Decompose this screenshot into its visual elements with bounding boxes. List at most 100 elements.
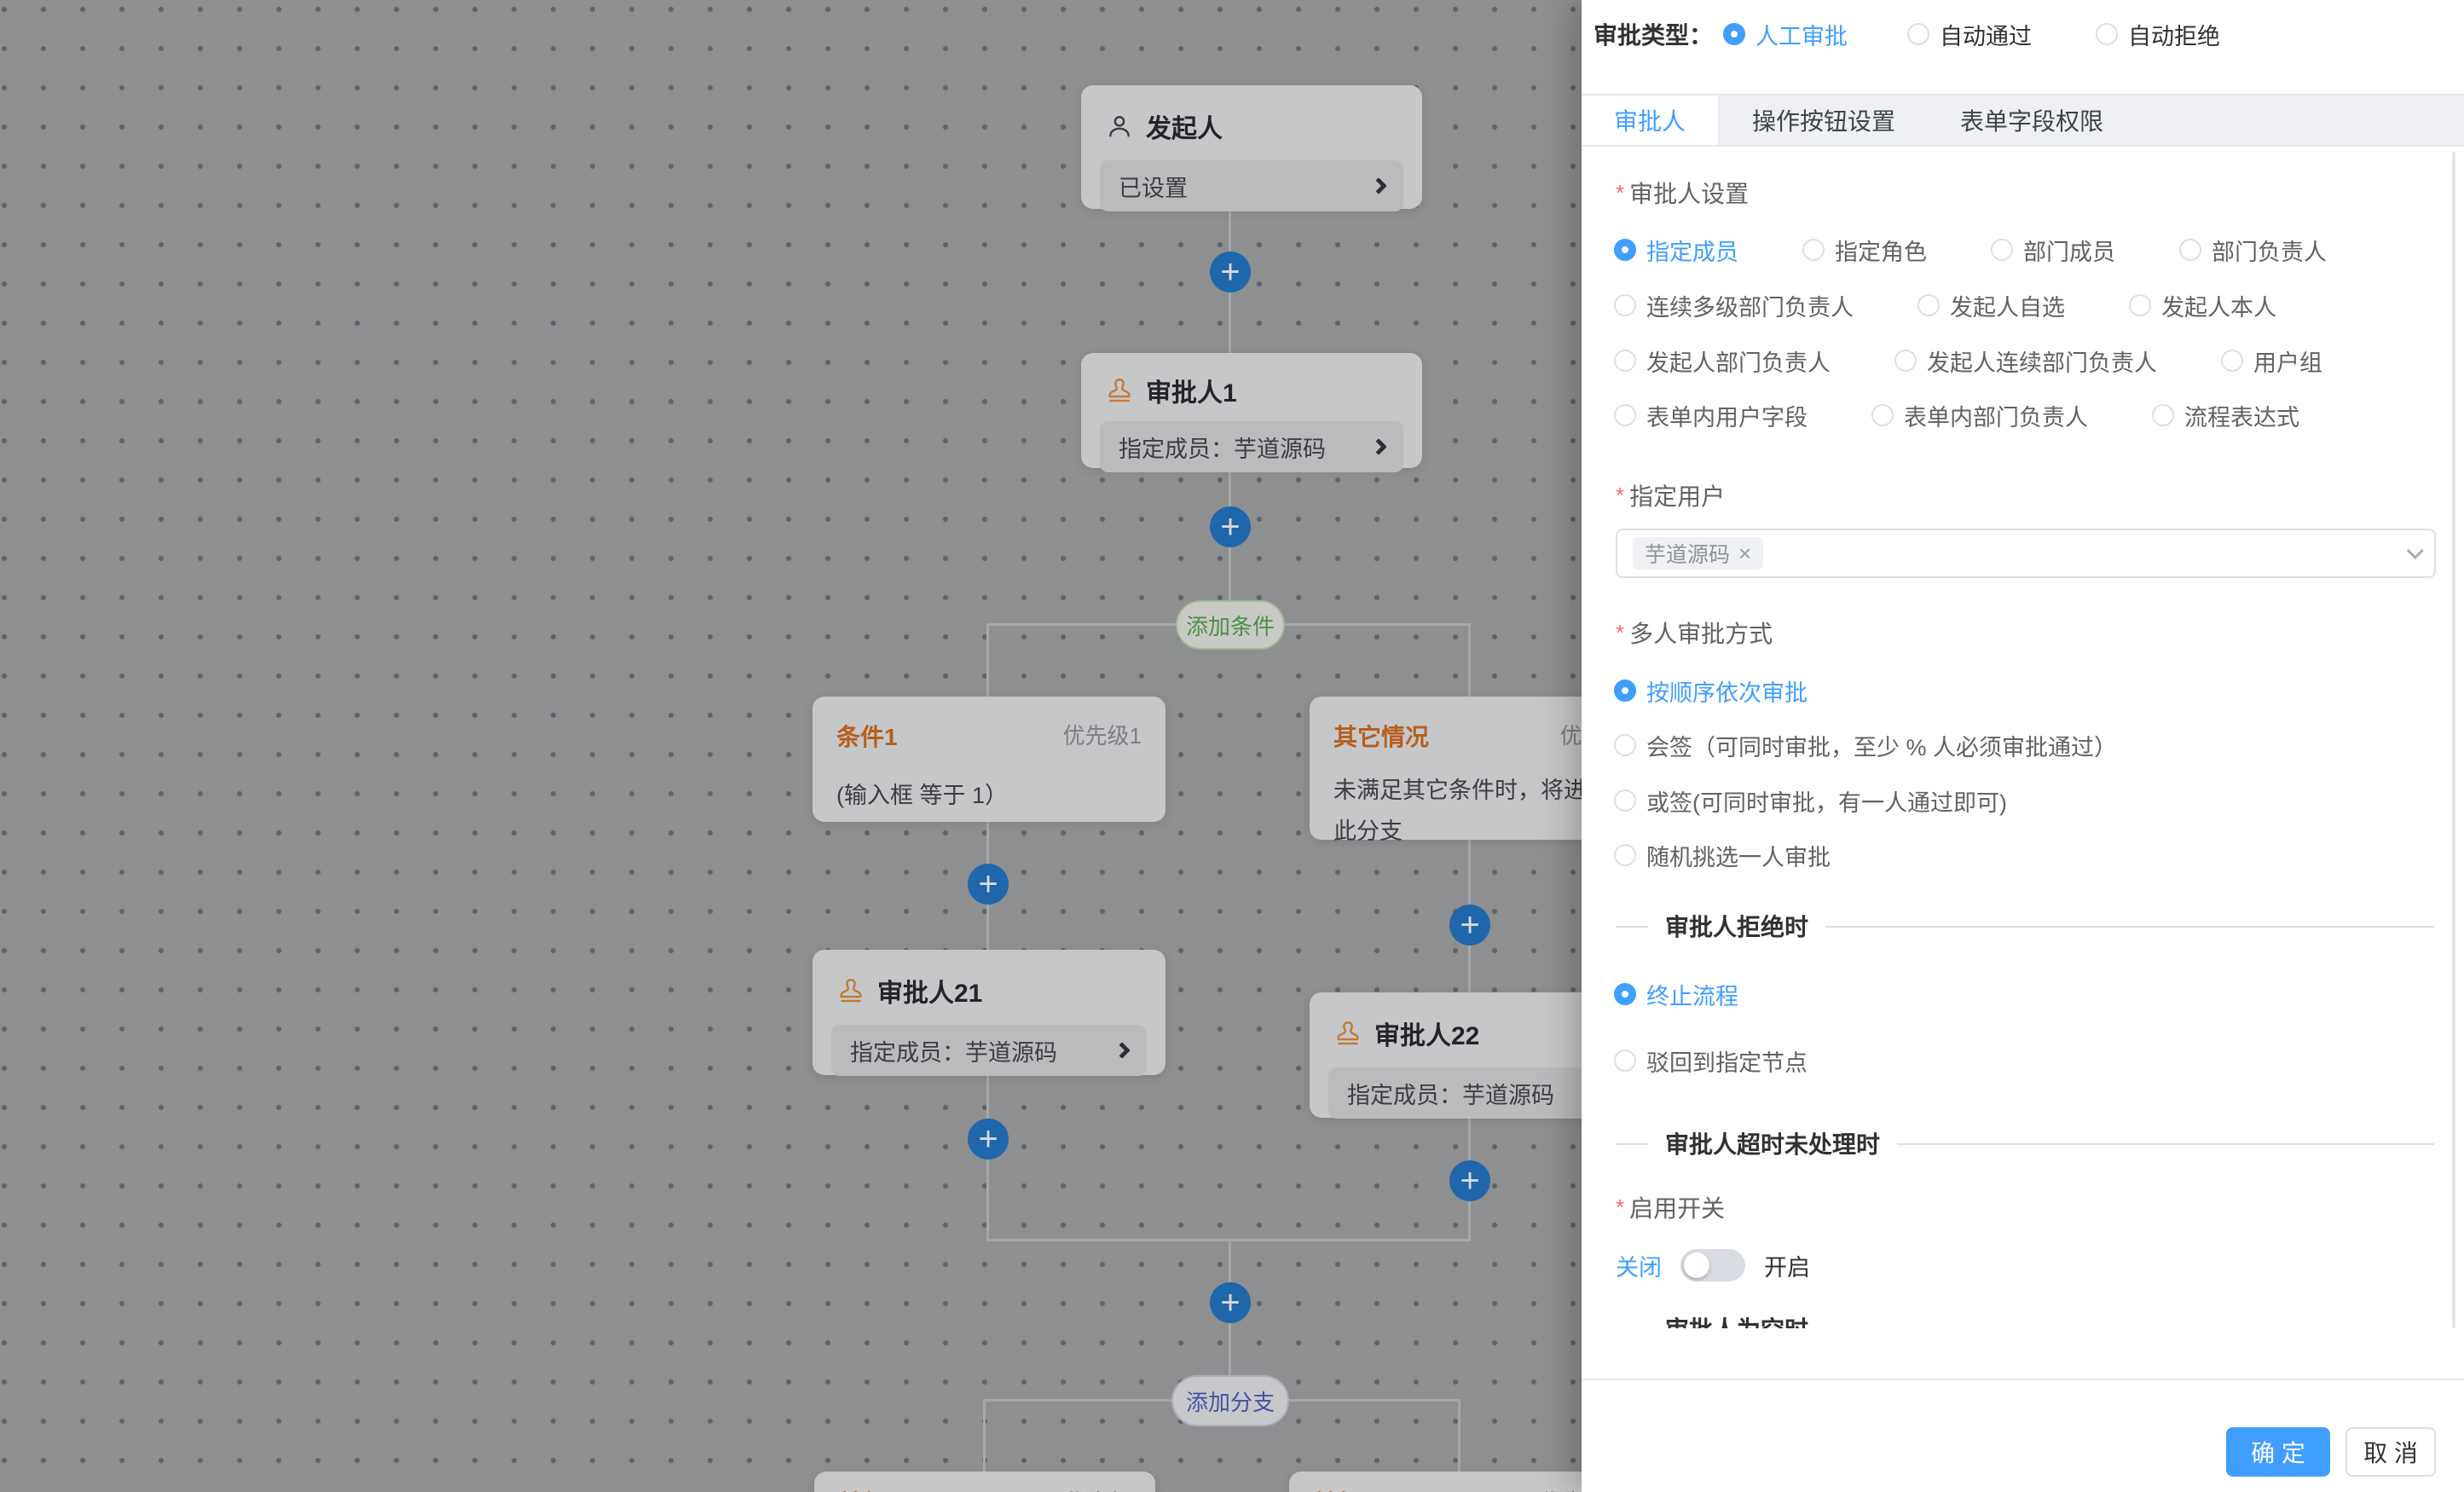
- approver-setting-row2: 连续多级部门负责人 发起人自选 发起人本人: [1614, 288, 2276, 322]
- user-tag[interactable]: 芋道源码 ×: [1633, 537, 1763, 570]
- radio-label: 自动通过: [1940, 18, 2032, 51]
- add-condition-button[interactable]: 添加条件: [1176, 600, 1285, 650]
- radio-auto-reject[interactable]: 自动拒绝: [2096, 18, 2220, 51]
- add-node-button[interactable]: +: [1210, 506, 1251, 547]
- tag-close-icon[interactable]: ×: [1738, 542, 1751, 564]
- stamp-icon: [1105, 376, 1134, 405]
- radio-specify-member[interactable]: 指定成员: [1614, 234, 1738, 267]
- radio-auto-approve[interactable]: 自动通过: [1907, 18, 2032, 51]
- chevron-right-icon: [1113, 1042, 1131, 1059]
- radio-specify-role[interactable]: 指定角色: [1802, 234, 1927, 267]
- panel-scrollbar[interactable]: [2452, 152, 2455, 1328]
- radio-form-user-field[interactable]: 表单内用户字段: [1614, 399, 1808, 432]
- radio-initiator-choose[interactable]: 发起人自选: [1917, 289, 2065, 322]
- tab-form-field-permission[interactable]: 表单字段权限: [1928, 95, 2136, 145]
- multi-approve-option: 按顺序依次审批: [1614, 674, 1808, 708]
- reject-section-title: 审批人拒绝时: [1648, 909, 1825, 943]
- flow-node-approver1[interactable]: 审批人1 指定成员：芋道源码: [1081, 353, 1422, 468]
- enable-switch-row: 关闭 开启: [1616, 1248, 1810, 1282]
- connector-line: [986, 623, 989, 697]
- flow-node-approver21[interactable]: 审批人21 指定成员：芋道源码: [813, 950, 1165, 1075]
- radio-circle: [2129, 294, 2151, 316]
- approver-config-panel: 审批类型： 人工审批 自动通过 自动拒绝 审批人 操作按钮设置 表单字段权限 *…: [1582, 0, 2464, 1492]
- user-tag-label: 芋道源码: [1645, 538, 1730, 569]
- radio-initiator-self[interactable]: 发起人本人: [2129, 289, 2276, 322]
- node-title-row: 审批人21: [813, 950, 1165, 1009]
- node-config-row[interactable]: 已设置: [1100, 160, 1403, 211]
- add-node-button[interactable]: +: [1449, 905, 1490, 946]
- radio-circle: [1802, 239, 1825, 261]
- reject-section-divider: 审批人拒绝时: [1616, 926, 2434, 928]
- panel-tabs: 审批人 操作按钮设置 表单字段权限: [1582, 94, 2464, 147]
- confirm-button[interactable]: 确 定: [2226, 1427, 2330, 1477]
- add-node-button[interactable]: +: [1210, 252, 1251, 292]
- multi-approve-option: 随机挑选一人审批: [1614, 838, 1831, 872]
- chevron-down-icon: [2407, 542, 2424, 559]
- flow-node-parallel2[interactable]: 并行2 无优先级: [1289, 1472, 1630, 1492]
- radio-circle: [1614, 983, 1636, 1005]
- radio-sequential-approval[interactable]: 按顺序依次审批: [1614, 674, 1808, 708]
- radio-circle: [1614, 1050, 1636, 1072]
- radio-circle: [1614, 404, 1636, 426]
- radio-initiator-consecutive-dept-leader[interactable]: 发起人连续部门负责人: [1894, 344, 2157, 378]
- condition-priority: 无优先级: [1043, 1485, 1131, 1492]
- radio-manual-approval[interactable]: 人工审批: [1723, 18, 1848, 51]
- tab-button-settings[interactable]: 操作按钮设置: [1720, 95, 1928, 145]
- radio-circle: [1871, 404, 1894, 426]
- radio-label: 自动拒绝: [2128, 18, 2220, 51]
- radio-return-to-node[interactable]: 驳回到指定节点: [1614, 1044, 1808, 1078]
- radio-form-dept-leader[interactable]: 表单内部门负责人: [1871, 399, 2088, 432]
- switch-off-label: 关闭: [1616, 1249, 1662, 1282]
- radio-dept-leader[interactable]: 部门负责人: [2179, 234, 2327, 267]
- add-branch-button[interactable]: 添加分支: [1171, 1375, 1289, 1426]
- cancel-button[interactable]: 取 消: [2345, 1427, 2436, 1477]
- reject-option: 终止流程: [1614, 977, 1738, 1011]
- radio-circle: [1991, 239, 2013, 261]
- assign-user-select[interactable]: 芋道源码 ×: [1616, 529, 2436, 578]
- condition-title: 并行2: [1313, 1485, 1374, 1492]
- flow-node-condition1[interactable]: 条件1 优先级1 (输入框 等于 1）: [813, 697, 1165, 822]
- condition-priority: 优先级1: [1063, 719, 1142, 750]
- radio-process-expression[interactable]: 流程表达式: [2152, 399, 2299, 432]
- radio-circle: [1894, 350, 1917, 372]
- stamp-icon: [1333, 1019, 1362, 1048]
- node-config-text: 指定成员：芋道源码: [850, 1034, 1057, 1067]
- radio-circle: [1614, 789, 1636, 812]
- radio-dept-member[interactable]: 部门成员: [1991, 234, 2115, 267]
- flow-node-parallel1[interactable]: 并行1 无优先级: [814, 1472, 1155, 1492]
- radio-terminate-process[interactable]: 终止流程: [1614, 978, 1738, 1011]
- approver-setting-row3: 发起人部门负责人 发起人连续部门负责人 用户组: [1614, 344, 2322, 378]
- empty-approver-title: 审批人为空时: [1648, 1313, 1825, 1328]
- node-config-text: 指定成员：芋道源码: [1119, 431, 1326, 464]
- approver-setting-row1: 指定成员 指定角色 部门成员 部门负责人: [1614, 233, 2327, 267]
- radio-circle: [1614, 294, 1636, 316]
- radio-circle: [2152, 404, 2174, 426]
- required-asterisk: *: [1616, 620, 1624, 645]
- radio-circle: [1614, 734, 1636, 756]
- radio-circle: [1614, 844, 1636, 866]
- node-config-row[interactable]: 指定成员：芋道源码: [1100, 421, 1403, 472]
- add-node-button[interactable]: +: [968, 864, 1009, 905]
- add-node-button[interactable]: +: [968, 1119, 1009, 1159]
- radio-random-one[interactable]: 随机挑选一人审批: [1614, 839, 1831, 872]
- add-condition-label: 添加条件: [1186, 610, 1275, 641]
- node-config-row[interactable]: 指定成员：芋道源码: [831, 1025, 1147, 1076]
- radio-circle: [1614, 679, 1636, 702]
- enable-switch-label: *启用开关: [1616, 1190, 1725, 1224]
- radio-multi-level-dept-leader[interactable]: 连续多级部门负责人: [1614, 289, 1854, 322]
- radio-or-sign[interactable]: 或签(可同时审批，有一人通过即可): [1614, 784, 2007, 818]
- add-node-button[interactable]: +: [1449, 1160, 1490, 1201]
- radio-circle: [1614, 239, 1636, 261]
- radio-countersign[interactable]: 会签（可同时审批，至少 % 人必须审批通过）: [1614, 729, 2117, 762]
- flow-node-initiator[interactable]: 发起人 已设置: [1081, 85, 1422, 209]
- multi-approve-option: 会签（可同时审批，至少 % 人必须审批通过）: [1614, 728, 2117, 762]
- tab-approver[interactable]: 审批人: [1582, 95, 1720, 145]
- enable-toggle[interactable]: [1680, 1249, 1745, 1281]
- radio-circle: [1907, 23, 1929, 45]
- node-title: 审批人1: [1146, 372, 1237, 409]
- node-config-text: 已设置: [1119, 170, 1188, 203]
- radio-user-group[interactable]: 用户组: [2221, 344, 2322, 378]
- add-node-button[interactable]: +: [1210, 1282, 1251, 1323]
- radio-initiator-dept-leader[interactable]: 发起人部门负责人: [1614, 344, 1831, 378]
- node-title: 审批人22: [1374, 1015, 1479, 1052]
